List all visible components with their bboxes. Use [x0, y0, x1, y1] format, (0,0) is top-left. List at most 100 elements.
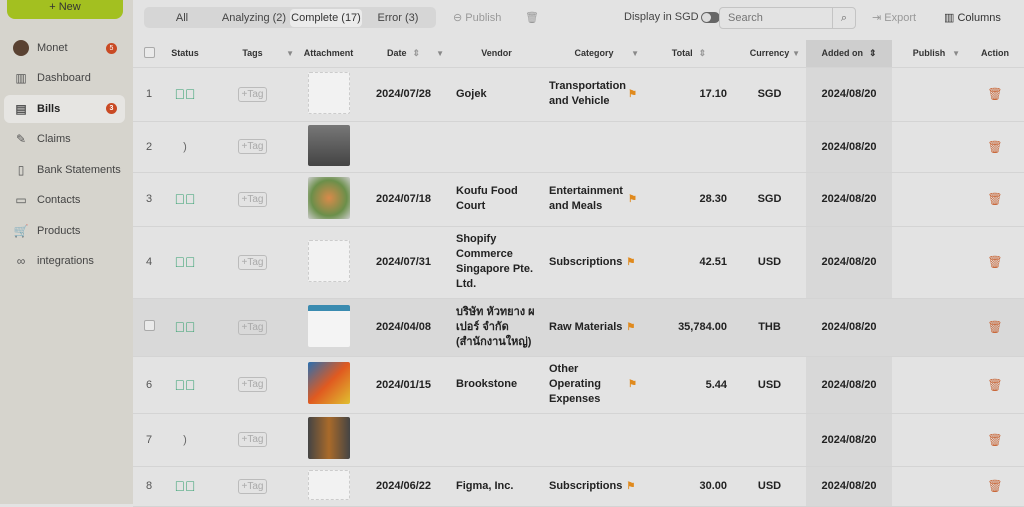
- attachment-thumbnail[interactable]: [307, 239, 350, 282]
- new-button[interactable]: + New: [7, 0, 123, 19]
- trash-icon[interactable]: 🗑: [987, 378, 1002, 392]
- row-number[interactable]: 2: [133, 121, 165, 173]
- flag-icon[interactable]: ⚑: [628, 192, 637, 207]
- table-row[interactable]: 2 ) +Tag 2024/08/20 🗑: [133, 121, 1024, 173]
- publish-cell: [892, 298, 966, 357]
- column-header-category[interactable]: Category ▼: [543, 40, 645, 68]
- category-cell: [543, 121, 645, 173]
- search-input[interactable]: [720, 8, 832, 28]
- table-row[interactable]: ✓⃝ +Tag 2024/04/08 บริษัท หัวทยาง ผเปอร์…: [133, 298, 1024, 357]
- trash-icon[interactable]: 🗑: [987, 87, 1002, 101]
- delete-icon[interactable]: 🗑: [525, 11, 539, 24]
- tab-all[interactable]: All: [146, 9, 218, 27]
- publish-button[interactable]: ⊖ Publish: [453, 11, 501, 24]
- flag-icon[interactable]: ⚑: [628, 87, 637, 102]
- sidebar-item-claims[interactable]: ✎ Claims: [4, 125, 125, 153]
- select-all-checkbox[interactable]: [133, 40, 165, 68]
- trash-icon[interactable]: 🗑: [987, 140, 1002, 154]
- tab-complete[interactable]: Complete (17): [290, 8, 362, 27]
- sidebar-item-bank-statements[interactable]: ▯ Bank Statements: [4, 156, 125, 184]
- attachment-thumbnail[interactable]: [307, 362, 350, 404]
- sort-icon[interactable]: ⇕: [412, 48, 420, 58]
- table-row[interactable]: 6 ✓⃝ +Tag 2024/01/15 Brookstone Other Op…: [133, 356, 1024, 414]
- user-menu[interactable]: Monet 5: [4, 34, 125, 62]
- tab-analyzing[interactable]: Analyzing (2): [218, 9, 290, 27]
- filter-icon[interactable]: ▼: [792, 49, 800, 58]
- row-checkbox[interactable]: [143, 320, 155, 331]
- row-number[interactable]: [133, 298, 165, 357]
- flag-icon[interactable]: ⚑: [626, 320, 635, 335]
- sidebar-item-products[interactable]: 🛒 Products: [4, 217, 125, 245]
- sort-icon[interactable]: ⇕: [699, 48, 707, 58]
- trash-icon[interactable]: 🗑: [987, 320, 1002, 334]
- add-tag-button[interactable]: +Tag: [237, 254, 268, 270]
- sidebar-item-label: Dashboard: [37, 72, 91, 84]
- sidebar-item-label: Contacts: [37, 194, 81, 206]
- column-header-total[interactable]: Total ⇕: [645, 40, 733, 68]
- table-row[interactable]: 8 ✓⃝ +Tag 2024/06/22 Figma, Inc. Subscri…: [133, 466, 1024, 507]
- trash-icon[interactable]: 🗑: [987, 192, 1002, 206]
- filter-icon[interactable]: ▼: [286, 49, 294, 58]
- added-on-cell: 2024/08/20: [806, 121, 892, 173]
- toggle-switch[interactable]: [700, 11, 720, 23]
- table-row[interactable]: 1 ✓⃝ +Tag 2024/07/28 Gojek Transportatio…: [133, 67, 1024, 122]
- columns-button[interactable]: ▥ Columns: [944, 11, 1001, 24]
- added-on-cell: 2024/08/20: [806, 413, 892, 467]
- attachment-thumbnail[interactable]: [307, 124, 350, 166]
- add-tag-button[interactable]: +Tag: [237, 432, 268, 447]
- flag-icon[interactable]: ⚑: [626, 479, 635, 494]
- row-number[interactable]: 3: [133, 172, 165, 227]
- trash-icon[interactable]: 🗑: [987, 479, 1002, 493]
- display-sgd-toggle[interactable]: Display in SGD: [624, 11, 720, 23]
- row-number[interactable]: 4: [133, 226, 165, 299]
- column-header-vendor[interactable]: Vendor: [450, 40, 543, 68]
- column-header-date[interactable]: Date ⇕ ▼: [357, 40, 450, 68]
- sidebar-item-bills[interactable]: ▤ Bills 3: [4, 94, 125, 123]
- column-header-currency[interactable]: Currency ▼: [733, 40, 806, 68]
- filter-icon[interactable]: ▼: [952, 49, 960, 58]
- row-index: 2: [145, 140, 153, 153]
- bank-statement-icon: ▯: [17, 162, 25, 177]
- add-tag-button[interactable]: +Tag: [237, 139, 268, 154]
- attachment-thumbnail[interactable]: [307, 304, 350, 347]
- filter-icon[interactable]: ▼: [631, 49, 639, 58]
- tab-error[interactable]: Error (3): [362, 9, 434, 27]
- search-icon[interactable]: ⌕: [832, 8, 855, 28]
- table-row[interactable]: 3 ✓⃝ +Tag 2024/07/18 Koufu Food Court En…: [133, 172, 1024, 227]
- table-row[interactable]: 4 ✓⃝ +Tag 2024/07/31 Shopify Commerce Si…: [133, 226, 1024, 299]
- row-number[interactable]: 8: [133, 466, 165, 507]
- column-header-attachment[interactable]: Attachment: [300, 40, 357, 68]
- column-header-status[interactable]: Status: [165, 40, 205, 68]
- row-number[interactable]: 7: [133, 413, 165, 467]
- column-header-publish[interactable]: Publish ▼: [892, 40, 966, 68]
- category-cell: Raw Materials ⚑: [543, 298, 645, 357]
- trash-icon[interactable]: 🗑: [987, 433, 1002, 447]
- sidebar-item-dashboard[interactable]: ▥ Dashboard: [4, 64, 125, 92]
- column-header-tags[interactable]: Tags ▼: [205, 40, 300, 68]
- export-button[interactable]: ⇥ Export: [872, 11, 916, 24]
- column-header-added-on[interactable]: Added on ⇕: [806, 40, 892, 68]
- flag-icon[interactable]: ⚑: [626, 255, 635, 270]
- sidebar-item-contacts[interactable]: ▭ Contacts: [4, 186, 125, 214]
- category-label: Entertainment and Meals: [549, 185, 623, 212]
- row-number[interactable]: 6: [133, 356, 165, 414]
- add-tag-button[interactable]: +Tag: [237, 319, 268, 335]
- table-row[interactable]: 7 ) +Tag 2024/08/20 🗑: [133, 413, 1024, 467]
- filter-icon[interactable]: ▼: [436, 49, 444, 58]
- add-tag-button[interactable]: +Tag: [237, 478, 268, 494]
- date-cell: [357, 121, 450, 173]
- sidebar-item-integrations[interactable]: ∞ integrations: [4, 247, 125, 275]
- attachment-thumbnail[interactable]: [307, 176, 350, 219]
- add-tag-button[interactable]: +Tag: [237, 86, 268, 102]
- add-tag-button[interactable]: +Tag: [237, 377, 268, 392]
- sort-icon[interactable]: ⇕: [869, 48, 877, 58]
- add-tag-button[interactable]: +Tag: [237, 191, 268, 207]
- attachment-thumbnail[interactable]: [307, 417, 350, 459]
- trash-icon[interactable]: 🗑: [987, 255, 1002, 269]
- attachment-thumbnail[interactable]: [307, 71, 350, 114]
- date-cell: [357, 413, 450, 467]
- flag-icon[interactable]: ⚑: [628, 377, 637, 392]
- row-number[interactable]: 1: [133, 67, 165, 122]
- column-header-action[interactable]: Action: [966, 40, 1024, 68]
- attachment-thumbnail[interactable]: [307, 469, 350, 500]
